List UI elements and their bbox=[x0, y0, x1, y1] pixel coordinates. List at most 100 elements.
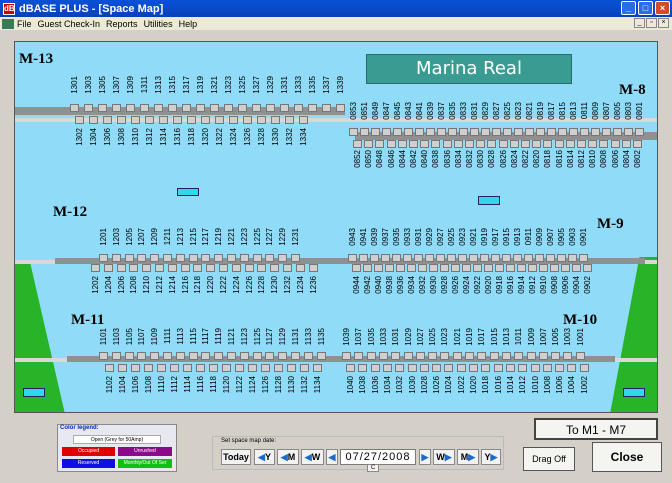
slip[interactable] bbox=[599, 140, 609, 148]
slip[interactable] bbox=[393, 128, 402, 136]
slip[interactable] bbox=[193, 264, 203, 272]
slip[interactable] bbox=[470, 128, 479, 136]
slip[interactable] bbox=[229, 116, 238, 124]
slip[interactable] bbox=[456, 364, 466, 372]
slip[interactable] bbox=[209, 364, 218, 372]
slip[interactable] bbox=[518, 364, 528, 372]
slip[interactable] bbox=[392, 254, 401, 262]
slip[interactable] bbox=[124, 352, 134, 360]
slip[interactable] bbox=[453, 140, 463, 148]
slip[interactable] bbox=[278, 254, 288, 262]
slip[interactable] bbox=[117, 116, 126, 124]
slip[interactable] bbox=[370, 364, 380, 372]
menu-help[interactable]: Help bbox=[179, 19, 198, 29]
slip[interactable] bbox=[409, 140, 418, 148]
slip[interactable] bbox=[602, 128, 611, 136]
slip[interactable] bbox=[487, 140, 497, 148]
slip[interactable] bbox=[561, 264, 570, 272]
slip[interactable] bbox=[385, 264, 394, 272]
slip[interactable] bbox=[524, 254, 533, 262]
slip[interactable] bbox=[99, 352, 108, 360]
slip[interactable] bbox=[248, 364, 257, 372]
slip[interactable] bbox=[440, 264, 449, 272]
slip[interactable] bbox=[358, 364, 368, 372]
slip[interactable] bbox=[551, 352, 561, 360]
slip[interactable] bbox=[131, 116, 140, 124]
slip[interactable] bbox=[150, 254, 160, 262]
slip[interactable] bbox=[346, 364, 355, 372]
slip[interactable] bbox=[163, 254, 172, 262]
slip[interactable] bbox=[252, 104, 261, 112]
slip[interactable] bbox=[201, 116, 210, 124]
slip[interactable] bbox=[579, 254, 588, 262]
child-close-button[interactable]: × bbox=[658, 18, 669, 28]
slip[interactable] bbox=[359, 254, 368, 262]
slip[interactable] bbox=[360, 128, 369, 136]
slip[interactable] bbox=[336, 104, 345, 112]
slip[interactable] bbox=[583, 264, 592, 272]
slip[interactable] bbox=[188, 254, 198, 262]
slip[interactable] bbox=[452, 352, 462, 360]
slip[interactable] bbox=[371, 128, 380, 136]
slip[interactable] bbox=[492, 128, 501, 136]
slip[interactable] bbox=[477, 352, 487, 360]
slip[interactable] bbox=[224, 104, 233, 112]
slip[interactable] bbox=[403, 254, 412, 262]
menu-reports[interactable]: Reports bbox=[106, 19, 138, 29]
slip[interactable] bbox=[557, 254, 566, 262]
prev-day-button[interactable]: ◀ bbox=[326, 449, 338, 465]
slip[interactable] bbox=[168, 104, 177, 112]
slip[interactable] bbox=[407, 364, 417, 372]
slip[interactable] bbox=[112, 104, 121, 112]
slip[interactable] bbox=[201, 254, 211, 262]
slip[interactable] bbox=[415, 128, 424, 136]
slip[interactable] bbox=[137, 254, 147, 262]
menu-utilities[interactable]: Utilities bbox=[144, 19, 173, 29]
slip[interactable] bbox=[495, 264, 504, 272]
slip[interactable] bbox=[291, 254, 300, 262]
slip[interactable] bbox=[103, 116, 112, 124]
slip[interactable] bbox=[613, 128, 622, 136]
slip[interactable] bbox=[493, 364, 503, 372]
slip[interactable] bbox=[363, 264, 372, 272]
slip[interactable] bbox=[396, 264, 405, 272]
slip[interactable] bbox=[187, 116, 196, 124]
slip[interactable] bbox=[280, 104, 289, 112]
slip[interactable] bbox=[502, 254, 511, 262]
slip[interactable] bbox=[546, 254, 555, 262]
slip[interactable] bbox=[243, 116, 252, 124]
slip[interactable] bbox=[591, 128, 600, 136]
slip[interactable] bbox=[403, 352, 413, 360]
slip[interactable] bbox=[563, 352, 573, 360]
slip[interactable] bbox=[514, 352, 524, 360]
slip[interactable] bbox=[375, 140, 385, 148]
slip[interactable] bbox=[180, 264, 190, 272]
slip[interactable] bbox=[568, 254, 577, 262]
slip[interactable] bbox=[222, 364, 231, 372]
slip[interactable] bbox=[447, 254, 456, 262]
slip[interactable] bbox=[270, 264, 280, 272]
slip[interactable] bbox=[196, 104, 205, 112]
slip[interactable] bbox=[567, 364, 577, 372]
slip[interactable] bbox=[265, 254, 275, 262]
slip[interactable] bbox=[201, 352, 211, 360]
slip[interactable] bbox=[440, 352, 450, 360]
slip[interactable] bbox=[188, 352, 198, 360]
slip[interactable] bbox=[150, 352, 160, 360]
slip[interactable] bbox=[111, 254, 121, 262]
slip[interactable] bbox=[382, 364, 392, 372]
slip[interactable] bbox=[418, 264, 427, 272]
slip[interactable] bbox=[543, 140, 553, 148]
slip[interactable] bbox=[633, 140, 642, 148]
close-button[interactable]: Close bbox=[592, 442, 662, 472]
slip[interactable] bbox=[144, 364, 153, 372]
next-month-button[interactable]: M▶ bbox=[457, 449, 479, 465]
slip[interactable] bbox=[580, 128, 589, 136]
slip[interactable] bbox=[509, 140, 519, 148]
slip[interactable] bbox=[137, 352, 147, 360]
slip[interactable] bbox=[364, 140, 374, 148]
slip[interactable] bbox=[542, 364, 552, 372]
slip[interactable] bbox=[370, 254, 379, 262]
slip[interactable] bbox=[145, 116, 154, 124]
slip[interactable] bbox=[231, 264, 241, 272]
